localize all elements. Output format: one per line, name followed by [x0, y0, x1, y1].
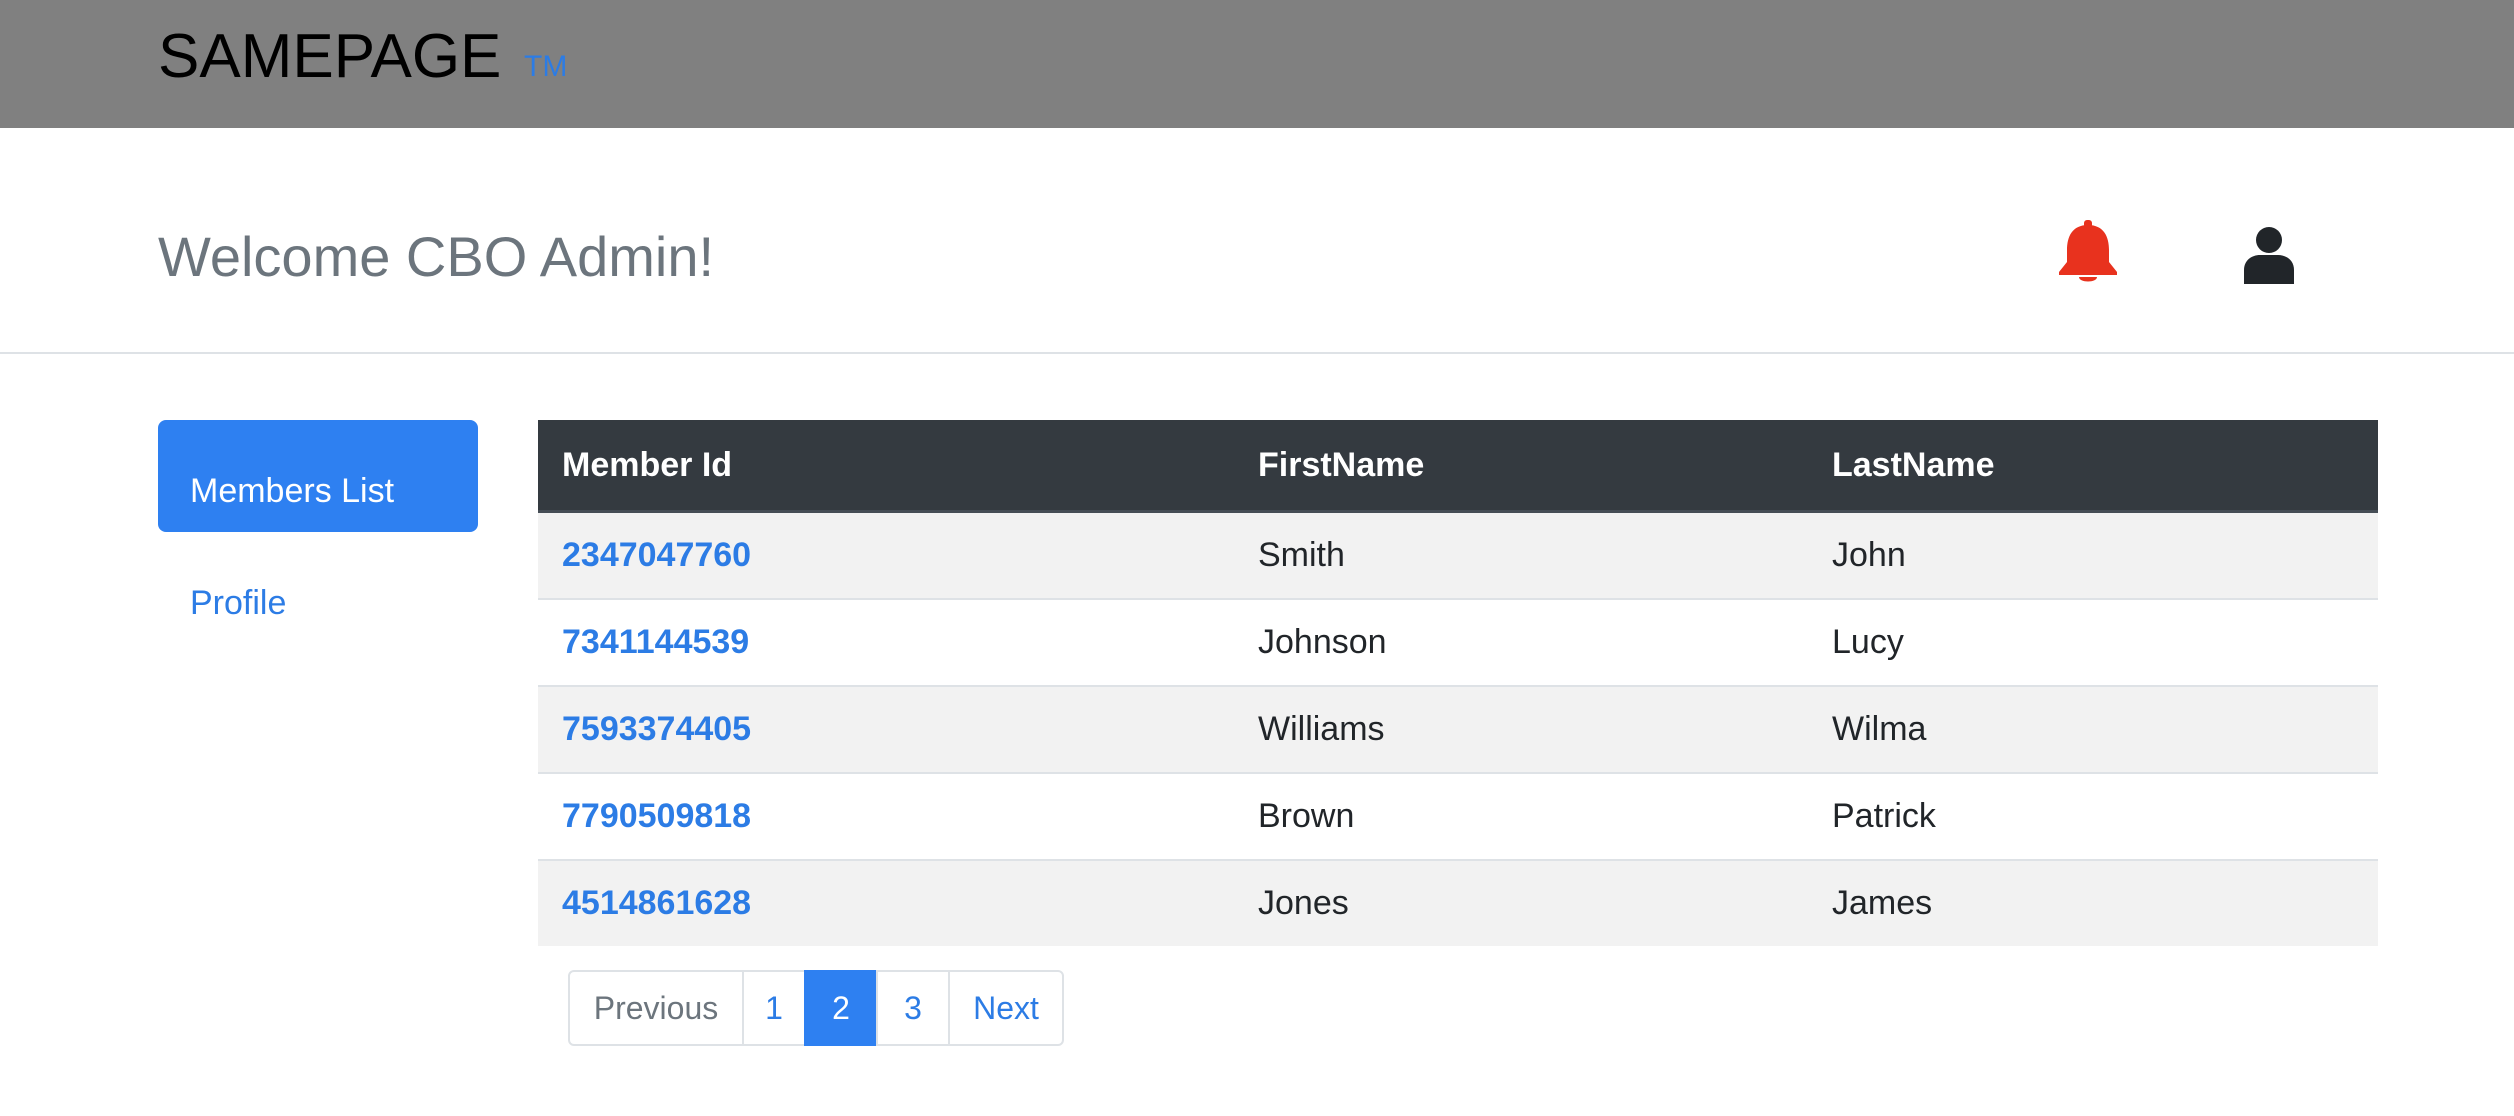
pagination: Previous 1 2 3 Next: [568, 970, 1064, 1046]
member-id-cell: 7790509818: [538, 772, 1234, 860]
member-id-link[interactable]: 7341144539: [562, 623, 749, 661]
member-id-link[interactable]: 4514861628: [562, 884, 751, 922]
table-row: 7593374405 Williams Wilma: [538, 685, 2378, 773]
user-icon-graphic: [2244, 227, 2294, 284]
brand-logo: SAMEPAGE: [158, 22, 502, 91]
table-row: 4514861628 Jones James: [538, 859, 2378, 946]
last-name-cell: John: [1808, 510, 2378, 599]
first-name-cell: Brown: [1234, 772, 1808, 860]
bell-icon[interactable]: [2056, 220, 2120, 286]
first-name-cell: Williams: [1234, 685, 1808, 773]
member-id-cell: 7593374405: [538, 685, 1234, 773]
member-id-cell: 2347047760: [538, 510, 1234, 599]
pagination-next-button[interactable]: Next: [948, 970, 1064, 1046]
table-header-row: Member Id FirstName LastName: [538, 420, 2378, 513]
member-id-cell: 7341144539: [538, 598, 1234, 686]
column-header-lastname: LastName: [1808, 420, 2378, 513]
pagination-page-2[interactable]: 2: [804, 970, 878, 1046]
members-table: Member Id FirstName LastName 2347047760 …: [538, 420, 2378, 946]
column-header-firstname: FirstName: [1234, 420, 1808, 513]
pagination-previous-button[interactable]: Previous: [568, 970, 744, 1046]
bell-icon-graphic: [2059, 220, 2117, 282]
last-name-cell: Patrick: [1808, 772, 2378, 860]
page-header: Welcome CBO Admin!: [0, 128, 2514, 354]
top-brand-bar: SAMEPAGE TM: [0, 0, 2514, 128]
member-id-link[interactable]: 7593374405: [562, 710, 751, 748]
first-name-cell: Jones: [1234, 859, 1808, 946]
sidebar-item-members-list[interactable]: Members List: [158, 420, 478, 532]
member-id-link[interactable]: 2347047760: [562, 536, 751, 574]
member-id-link[interactable]: 7790509818: [562, 797, 751, 835]
first-name-cell: Johnson: [1234, 598, 1808, 686]
last-name-cell: James: [1808, 859, 2378, 946]
column-header-member-id: Member Id: [538, 420, 1234, 513]
last-name-cell: Wilma: [1808, 685, 2378, 773]
last-name-cell: Lucy: [1808, 598, 2378, 686]
member-id-cell: 4514861628: [538, 859, 1234, 946]
first-name-cell: Smith: [1234, 510, 1808, 599]
user-icon[interactable]: [2244, 226, 2294, 284]
table-row: 7341144539 Johnson Lucy: [538, 598, 2378, 686]
sidebar-item-profile[interactable]: Profile: [190, 584, 286, 623]
pagination-page-1[interactable]: 1: [742, 970, 806, 1046]
pagination-page-3[interactable]: 3: [876, 970, 950, 1046]
table-row: 2347047760 Smith John: [538, 510, 2378, 599]
trademark-mark: TM: [524, 50, 568, 83]
welcome-title: Welcome CBO Admin!: [158, 225, 715, 288]
table-row: 7790509818 Brown Patrick: [538, 772, 2378, 860]
